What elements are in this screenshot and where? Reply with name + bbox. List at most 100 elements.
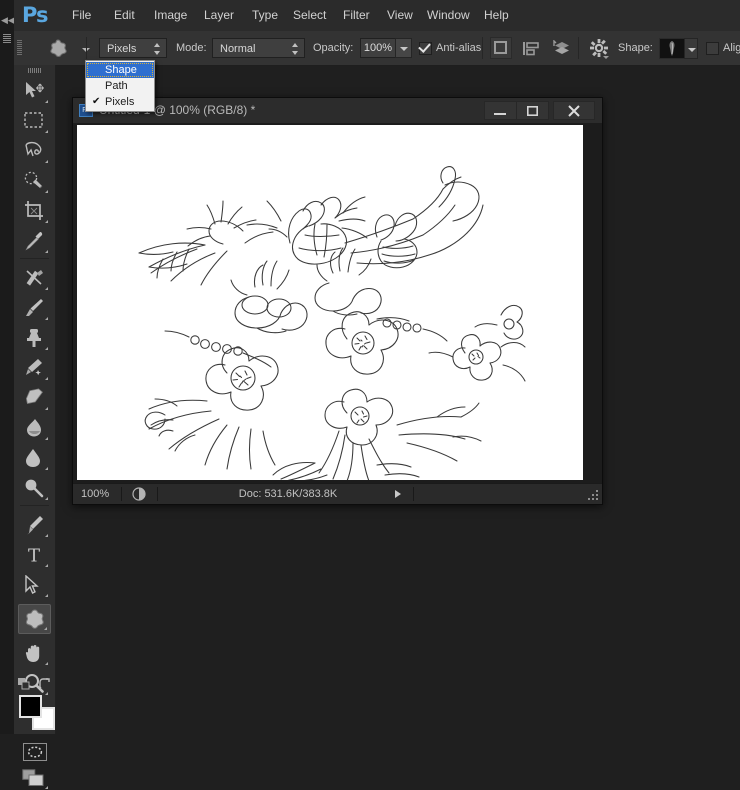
- tool-expand-corner-icon[interactable]: [44, 624, 47, 630]
- tool-expand-corner-icon[interactable]: [45, 464, 48, 470]
- tool-expand-corner-icon[interactable]: [45, 187, 48, 193]
- opacity-dropdown-button[interactable]: [395, 38, 412, 58]
- menu-item-filter[interactable]: Filter: [334, 0, 379, 31]
- menu-item-view[interactable]: View: [378, 0, 422, 31]
- shape-mode-select[interactable]: Pixels: [99, 38, 167, 58]
- tool-expand-corner-icon[interactable]: [45, 284, 48, 290]
- shape-picker-dropdown-button[interactable]: [684, 38, 698, 59]
- svg-text:T: T: [28, 546, 40, 566]
- tool-expand-corner-icon[interactable]: [45, 247, 48, 253]
- tool-expand-corner-icon[interactable]: [45, 127, 48, 133]
- document-profile-icon[interactable]: [132, 487, 146, 501]
- status-expand-icon[interactable]: [395, 490, 401, 498]
- tool-expand-corner-icon[interactable]: [45, 217, 48, 223]
- menu-item-select[interactable]: Select: [284, 0, 335, 31]
- opacity-label: Opacity:: [313, 42, 354, 54]
- minimize-button[interactable]: [484, 101, 517, 120]
- tool-blur[interactable]: [18, 443, 51, 473]
- tool-type[interactable]: T: [18, 540, 51, 570]
- collapsed-panel-strip[interactable]: ◀◀: [0, 0, 15, 734]
- tool-eyedropper[interactable]: [18, 226, 51, 256]
- zoom-level[interactable]: 100%: [81, 484, 109, 504]
- tool-move[interactable]: [18, 76, 51, 106]
- tool-expand-corner-icon[interactable]: [45, 157, 48, 163]
- dropdown-item-path[interactable]: Path: [86, 78, 154, 94]
- swap-colors-icon[interactable]: [38, 678, 50, 690]
- tool-spot-healing-brush[interactable]: [18, 263, 51, 293]
- tool-expand-corner-icon[interactable]: [45, 434, 48, 440]
- menu-item-image[interactable]: Image: [145, 0, 196, 31]
- tool-crop[interactable]: [18, 196, 51, 226]
- anti-alias-checkbox[interactable]: [419, 42, 432, 55]
- menu-item-window[interactable]: Window: [418, 0, 479, 31]
- dropdown-item-pixels[interactable]: ✔ Pixels: [86, 94, 154, 110]
- options-divider: [86, 37, 87, 59]
- photoshop-logo: Ps: [22, 3, 49, 27]
- dropdown-item-shape[interactable]: Shape: [86, 62, 154, 78]
- opacity-input[interactable]: 100%: [360, 38, 396, 58]
- menu-item-help[interactable]: Help: [475, 0, 518, 31]
- tool-expand-corner-icon[interactable]: [45, 659, 48, 665]
- tool-expand-corner-icon[interactable]: [45, 344, 48, 350]
- tool-expand-corner-icon[interactable]: [45, 97, 48, 103]
- document-status-bar: 100% Doc: 531.6K/383.8K: [73, 483, 602, 504]
- tool-dodge[interactable]: [18, 473, 51, 503]
- tool-expand-corner-icon[interactable]: [45, 404, 48, 410]
- tool-expand-corner-icon[interactable]: [45, 494, 48, 500]
- floral-bouquet-artwork: [138, 166, 526, 480]
- image-canvas[interactable]: [77, 125, 583, 480]
- foreground-color-swatch[interactable]: [19, 695, 42, 718]
- blend-mode-spinner-icon[interactable]: [292, 43, 299, 55]
- anti-alias-label: Anti-alias: [436, 42, 482, 54]
- tool-lasso[interactable]: [18, 136, 51, 166]
- tool-clone-stamp[interactable]: [18, 323, 51, 353]
- menu-item-type[interactable]: Type: [243, 0, 287, 31]
- align-edges-checkbox[interactable]: [706, 42, 719, 55]
- tool-rectangular-marquee[interactable]: [18, 106, 51, 136]
- toolbox-grip: [28, 68, 42, 73]
- menu-item-file[interactable]: File: [63, 0, 100, 31]
- check-icon: ✔: [92, 96, 101, 107]
- tool-history-brush[interactable]: [18, 353, 51, 383]
- menu-item-edit[interactable]: Edit: [105, 0, 144, 31]
- path-operations-icon[interactable]: [490, 37, 512, 59]
- toolbox-divider: [20, 258, 49, 259]
- gear-chevron-icon[interactable]: [603, 56, 609, 59]
- tool-path-selection[interactable]: [18, 570, 51, 600]
- dropdown-item-pixels-label: Pixels: [105, 96, 135, 108]
- quick-mask-mode-icon[interactable]: [23, 743, 47, 761]
- tool-brush[interactable]: [18, 293, 51, 323]
- resize-grip-icon[interactable]: [588, 490, 599, 501]
- tool-hand[interactable]: [18, 638, 51, 668]
- tool-expand-corner-icon[interactable]: [45, 374, 48, 380]
- blend-mode-value: Normal: [220, 43, 256, 55]
- status-divider-3: [413, 487, 414, 501]
- default-colors-icon[interactable]: [18, 678, 30, 690]
- tool-gradient[interactable]: [18, 413, 51, 443]
- shape-mode-value: Pixels: [107, 43, 137, 55]
- path-alignment-icon[interactable]: [520, 37, 542, 59]
- shape-preview-swatch[interactable]: [659, 38, 685, 59]
- tool-expand-corner-icon[interactable]: [45, 591, 48, 597]
- shape-mode-spinner-icon[interactable]: [154, 43, 161, 55]
- tool-expand-corner-icon[interactable]: [45, 783, 48, 789]
- canvas-area[interactable]: [73, 123, 602, 483]
- tool-quick-selection[interactable]: [18, 166, 51, 196]
- tool-expand-corner-icon[interactable]: [45, 531, 48, 537]
- maximize-button[interactable]: [516, 101, 549, 120]
- shape-mode-dropdown-menu[interactable]: Shape Path ✔ Pixels: [85, 60, 155, 112]
- options-bar-grip: [17, 40, 22, 56]
- tool-custom-shape[interactable]: [18, 604, 51, 634]
- collapse-chevron-icon[interactable]: ◀◀: [1, 14, 15, 26]
- tool-preset-picker[interactable]: [44, 36, 90, 60]
- screen-mode-icon[interactable]: [22, 769, 48, 789]
- close-button[interactable]: [553, 101, 595, 120]
- blend-mode-select[interactable]: Normal: [212, 38, 305, 58]
- tool-pen[interactable]: [18, 510, 51, 540]
- tool-expand-corner-icon[interactable]: [45, 561, 48, 567]
- path-arrangement-icon[interactable]: [550, 37, 572, 59]
- menu-item-layer[interactable]: Layer: [195, 0, 243, 31]
- document-window: Ps Untitled-1 @ 100% (RGB/8) *: [72, 97, 603, 505]
- tool-expand-corner-icon[interactable]: [45, 314, 48, 320]
- tool-eraser[interactable]: [18, 383, 51, 413]
